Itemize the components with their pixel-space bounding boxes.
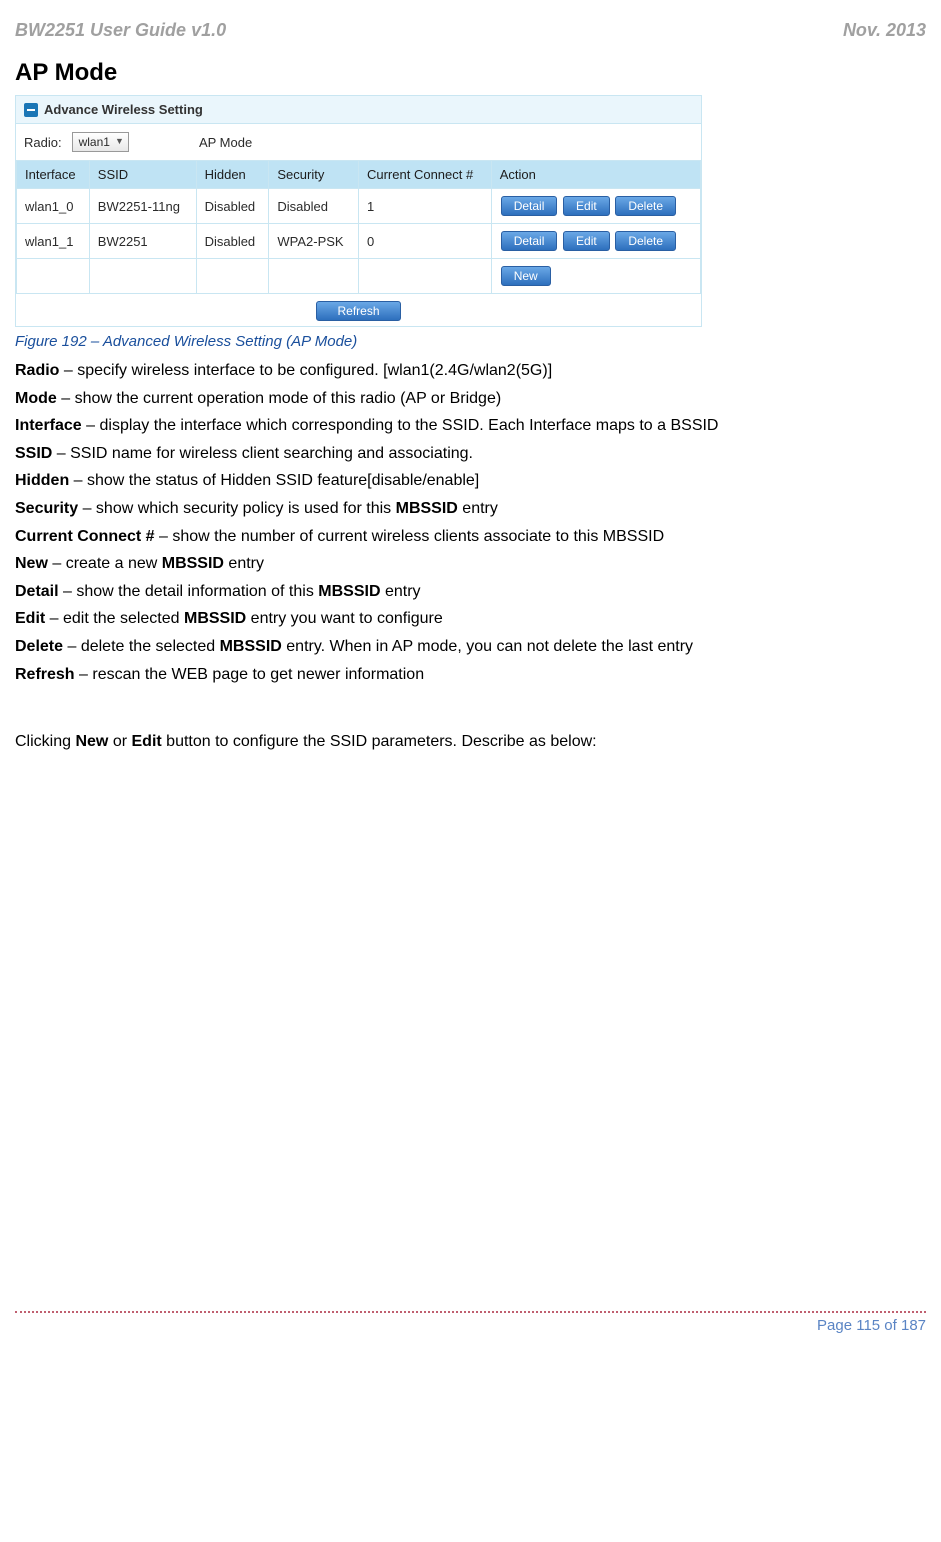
def-hidden: Hidden – show the status of Hidden SSID …	[15, 470, 926, 492]
cell-hidden: Disabled	[196, 224, 269, 259]
panel-icon	[24, 103, 38, 117]
edit-button[interactable]: Edit	[563, 196, 610, 216]
radio-row: Radio: wlan1 AP Mode	[16, 124, 701, 160]
ssid-table: Interface SSID Hidden Security Current C…	[16, 160, 701, 294]
mode-label: AP Mode	[199, 135, 252, 150]
cell-ssid: BW2251	[89, 224, 196, 259]
wireless-setting-panel: Advance Wireless Setting Radio: wlan1 AP…	[15, 95, 702, 327]
cell-current: 0	[358, 224, 491, 259]
def-interface: Interface – display the interface which …	[15, 415, 926, 437]
def-mode: Mode – show the current operation mode o…	[15, 388, 926, 410]
def-edit: Edit – edit the selected MBSSID entry yo…	[15, 608, 926, 630]
refresh-row: Refresh	[16, 294, 701, 326]
col-action: Action	[491, 161, 700, 189]
delete-button[interactable]: Delete	[615, 231, 676, 251]
cell-empty	[17, 259, 90, 294]
col-current: Current Connect #	[358, 161, 491, 189]
col-ssid: SSID	[89, 161, 196, 189]
def-delete: Delete – delete the selected MBSSID entr…	[15, 636, 926, 658]
cell-action: Detail Edit Delete	[491, 224, 700, 259]
table-header-row: Interface SSID Hidden Security Current C…	[17, 161, 701, 189]
cell-hidden: Disabled	[196, 189, 269, 224]
cell-interface: wlan1_1	[17, 224, 90, 259]
page-footer: Page 115 of 187	[15, 1311, 926, 1334]
def-current: Current Connect # – show the number of c…	[15, 526, 926, 548]
new-button[interactable]: New	[501, 266, 551, 286]
cell-security: Disabled	[269, 189, 359, 224]
refresh-button[interactable]: Refresh	[316, 301, 400, 321]
def-security: Security – show which security policy is…	[15, 498, 926, 520]
def-detail: Detail – show the detail information of …	[15, 581, 926, 603]
body-paragraph: Clicking New or Edit button to configure…	[15, 733, 926, 751]
cell-current: 1	[358, 189, 491, 224]
edit-button[interactable]: Edit	[563, 231, 610, 251]
detail-button[interactable]: Detail	[501, 231, 558, 251]
table-row: wlan1_0 BW2251-11ng Disabled Disabled 1 …	[17, 189, 701, 224]
footer-divider	[15, 1311, 926, 1313]
def-refresh: Refresh – rescan the WEB page to get new…	[15, 664, 926, 686]
table-row: New	[17, 259, 701, 294]
cell-action: Detail Edit Delete	[491, 189, 700, 224]
table-row: wlan1_1 BW2251 Disabled WPA2-PSK 0 Detai…	[17, 224, 701, 259]
panel-title-text: Advance Wireless Setting	[44, 102, 203, 117]
cell-security: WPA2-PSK	[269, 224, 359, 259]
cell-action: New	[491, 259, 700, 294]
cell-ssid: BW2251-11ng	[89, 189, 196, 224]
def-ssid: SSID – SSID name for wireless client sea…	[15, 443, 926, 465]
header-left: BW2251 User Guide v1.0	[15, 20, 226, 41]
col-security: Security	[269, 161, 359, 189]
radio-label: Radio:	[24, 135, 62, 150]
header-right: Nov. 2013	[843, 20, 926, 41]
radio-select[interactable]: wlan1	[72, 132, 129, 152]
col-interface: Interface	[17, 161, 90, 189]
detail-button[interactable]: Detail	[501, 196, 558, 216]
section-title: AP Mode	[15, 59, 926, 87]
cell-interface: wlan1_0	[17, 189, 90, 224]
page-header: BW2251 User Guide v1.0 Nov. 2013	[15, 20, 926, 41]
delete-button[interactable]: Delete	[615, 196, 676, 216]
def-new: New – create a new MBSSID entry	[15, 553, 926, 575]
figure-caption: Figure 192 – Advanced Wireless Setting (…	[15, 333, 926, 350]
col-hidden: Hidden	[196, 161, 269, 189]
page-number: Page 115 of 187	[15, 1317, 926, 1334]
def-radio: Radio – specify wireless interface to be…	[15, 360, 926, 382]
panel-title-bar: Advance Wireless Setting	[16, 96, 701, 124]
